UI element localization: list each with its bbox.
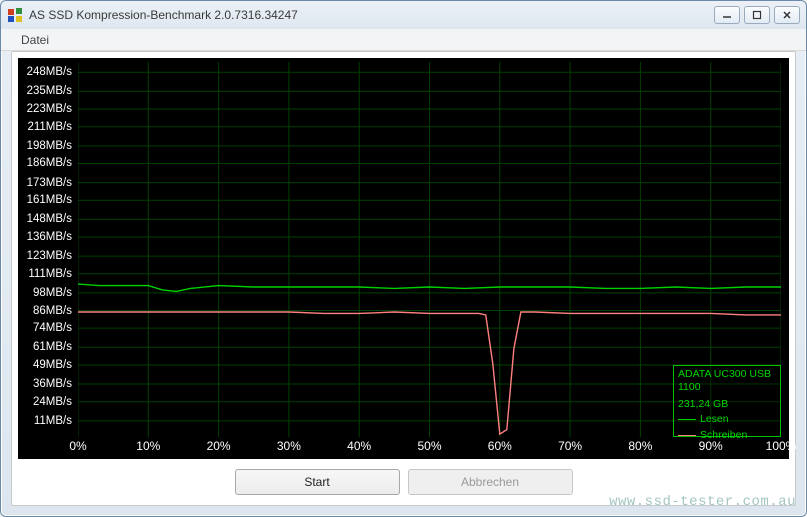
y-tick-label: 86MB/s <box>33 305 72 317</box>
x-tick-label: 30% <box>277 439 301 453</box>
legend-read-row: Lesen <box>678 413 776 426</box>
y-tick-label: 223MB/s <box>27 103 72 115</box>
minimize-button[interactable] <box>714 6 740 24</box>
legend-read-swatch <box>678 419 696 420</box>
maximize-icon <box>752 10 762 20</box>
legend-device-line2: 1100 <box>678 381 776 394</box>
y-tick-label: 74MB/s <box>33 322 72 334</box>
x-tick-label: 20% <box>207 439 231 453</box>
app-window: AS SSD Kompression-Benchmark 2.0.7316.34… <box>0 0 807 517</box>
close-button[interactable] <box>774 6 800 24</box>
y-tick-label: 248MB/s <box>27 66 72 78</box>
y-tick-label: 235MB/s <box>27 85 72 97</box>
maximize-button[interactable] <box>744 6 770 24</box>
y-tick-label: 61MB/s <box>33 341 72 353</box>
legend-capacity: 231,24 GB <box>678 398 776 411</box>
x-tick-label: 40% <box>347 439 371 453</box>
cancel-button[interactable]: Abbrechen <box>408 469 573 495</box>
titlebar[interactable]: AS SSD Kompression-Benchmark 2.0.7316.34… <box>1 1 806 29</box>
legend-write-row: Schreiben <box>678 429 776 442</box>
y-tick-label: 36MB/s <box>33 378 72 390</box>
y-tick-label: 211MB/s <box>27 121 72 133</box>
close-icon <box>782 10 792 20</box>
button-row: Start Abbrechen <box>18 465 789 499</box>
client-area: 11MB/s 24MB/s 36MB/s 49MB/s 61MB/s 74MB/s 86MB… <box>11 51 796 506</box>
y-tick-label: 111MB/s <box>28 268 72 280</box>
menubar: Datei <box>1 29 806 51</box>
window-controls <box>714 6 800 24</box>
chart: 11MB/s 24MB/s 36MB/s 49MB/s 61MB/s 74MB/s 86MB… <box>18 58 789 459</box>
minimize-icon <box>722 10 732 20</box>
legend-device-line1: ADATA UC300 USB <box>678 368 776 381</box>
y-tick-label: 24MB/s <box>33 396 72 408</box>
y-tick-label: 161MB/s <box>27 194 72 206</box>
y-tick-label: 98MB/s <box>33 287 72 299</box>
x-tick-label: 70% <box>558 439 582 453</box>
x-tick-label: 60% <box>488 439 512 453</box>
y-tick-label: 11MB/s <box>34 415 72 427</box>
y-tick-label: 136MB/s <box>27 231 72 243</box>
legend-write-swatch <box>678 435 696 436</box>
y-tick-label: 198MB/s <box>27 140 72 152</box>
window-title: AS SSD Kompression-Benchmark 2.0.7316.34… <box>29 8 714 22</box>
y-tick-label: 148MB/s <box>27 213 72 225</box>
start-button[interactable]: Start <box>235 469 400 495</box>
legend: ADATA UC300 USB 1100 231,24 GB Lesen Sch… <box>673 365 781 437</box>
x-tick-label: 0% <box>69 439 86 453</box>
legend-write-label: Schreiben <box>700 429 747 442</box>
y-tick-label: 49MB/s <box>33 359 72 371</box>
x-tick-label: 80% <box>628 439 652 453</box>
x-tick-label: 10% <box>136 439 160 453</box>
x-axis-labels: 0%10%20%30%40%50%60%70%80%90%100% <box>78 439 781 457</box>
y-tick-label: 186MB/s <box>27 157 72 169</box>
y-axis-labels: 11MB/s 24MB/s 36MB/s 49MB/s 61MB/s 74MB/s 86MB… <box>18 62 76 437</box>
x-tick-label: 50% <box>417 439 441 453</box>
legend-read-label: Lesen <box>700 413 729 426</box>
y-tick-label: 173MB/s <box>27 177 72 189</box>
y-tick-label: 123MB/s <box>27 250 72 262</box>
app-icon <box>7 7 23 23</box>
menu-file[interactable]: Datei <box>13 31 57 49</box>
